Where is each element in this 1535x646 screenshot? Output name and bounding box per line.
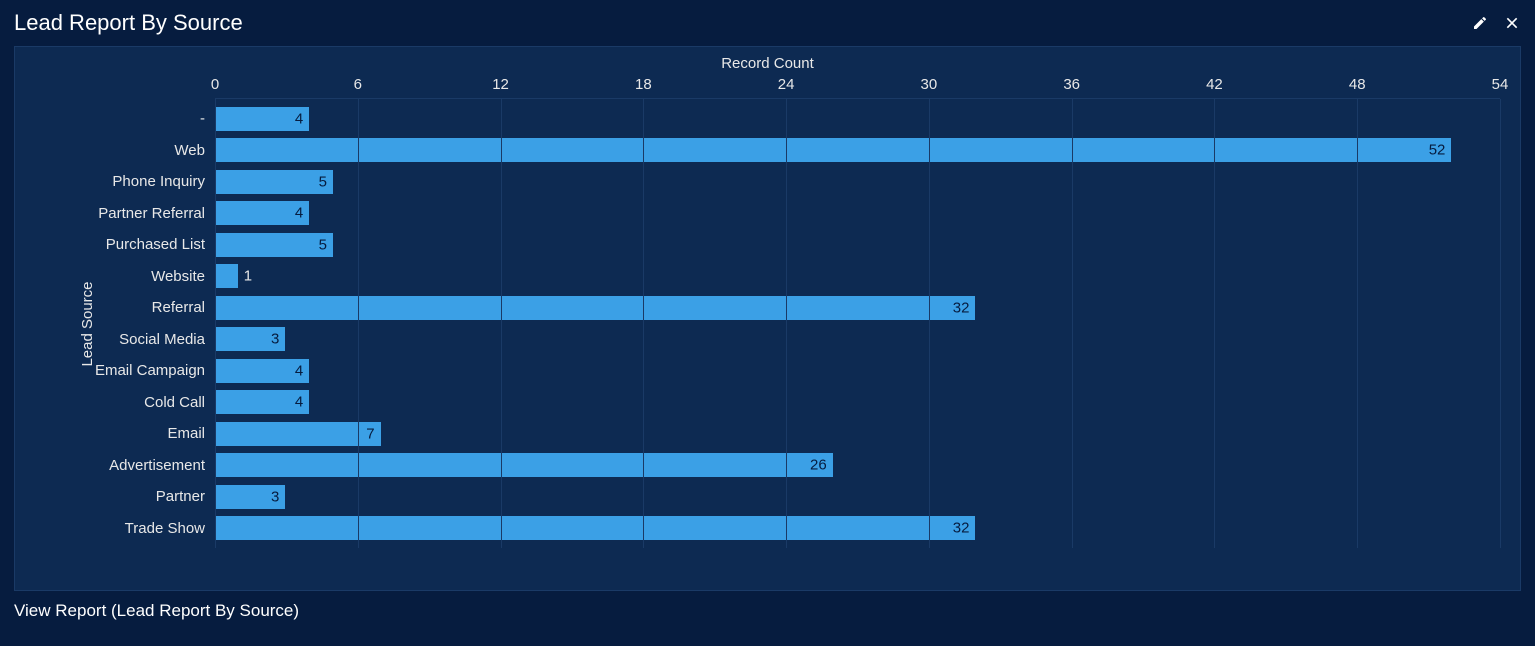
bar[interactable]: 32 <box>215 295 976 321</box>
y-tick-label: Referral <box>152 299 205 316</box>
y-tick-label: Email Campaign <box>95 362 205 379</box>
bar-row: Web52 <box>215 137 1500 163</box>
bar-value-label: 32 <box>953 520 970 537</box>
bar-row: Partner3 <box>215 484 1500 510</box>
bar-value-label: 4 <box>295 110 303 127</box>
bar-row: -4 <box>215 106 1500 132</box>
bar[interactable]: 4 <box>215 106 310 132</box>
bar[interactable]: 3 <box>215 484 286 510</box>
bar-row: Social Media3 <box>215 326 1500 352</box>
edit-icon[interactable] <box>1471 14 1489 32</box>
gridline <box>1500 99 1501 548</box>
bar-value-label: 32 <box>953 299 970 316</box>
x-tick-label: 54 <box>1492 76 1509 93</box>
bar-row: Website1 <box>215 263 1500 289</box>
bar[interactable]: 4 <box>215 389 310 415</box>
y-tick-label: Web <box>174 142 205 159</box>
widget-title: Lead Report By Source <box>14 10 243 36</box>
y-axis-title: Lead Source <box>79 281 96 366</box>
bar-value-label: 3 <box>271 331 279 348</box>
bar-value-label: 52 <box>1429 142 1446 159</box>
bar[interactable]: 3 <box>215 326 286 352</box>
bar-row: Referral32 <box>215 295 1500 321</box>
bar-value-label: 4 <box>295 362 303 379</box>
y-tick-label: Partner <box>156 488 205 505</box>
bar[interactable]: 52 <box>215 137 1452 163</box>
bar-value-label: 26 <box>810 457 827 474</box>
bar-row: Trade Show32 <box>215 515 1500 541</box>
gridline <box>1214 99 1215 548</box>
y-tick-label: Phone Inquiry <box>112 173 205 190</box>
bar[interactable]: 5 <box>215 232 334 258</box>
y-tick-label: Email <box>167 425 205 442</box>
y-tick-label: - <box>200 110 205 127</box>
close-icon[interactable] <box>1503 14 1521 32</box>
bar[interactable]: 4 <box>215 358 310 384</box>
x-axis-title: Record Count <box>35 55 1500 72</box>
y-tick-label: Advertisement <box>109 457 205 474</box>
bar-row: Phone Inquiry5 <box>215 169 1500 195</box>
bar-value-label: 5 <box>319 173 327 190</box>
bar-value-label: 3 <box>271 488 279 505</box>
bars-group: -4 Web52 Phone Inquiry5 Partner Referral4 Pu… <box>215 99 1500 548</box>
widget-header: Lead Report By Source <box>14 10 1521 36</box>
gridline <box>215 99 216 548</box>
y-tick-label: Partner Referral <box>98 205 205 222</box>
gridline <box>1357 99 1358 548</box>
gridline <box>1072 99 1073 548</box>
bar-row: Partner Referral4 <box>215 200 1500 226</box>
bar-value-label: 1 <box>244 268 252 285</box>
bar-row: Advertisement26 <box>215 452 1500 478</box>
y-tick-label: Website <box>151 268 205 285</box>
x-tick-label: 48 <box>1349 76 1366 93</box>
bar-value-label: 7 <box>366 425 374 442</box>
y-tick-label: Social Media <box>119 331 205 348</box>
x-tick-label: 18 <box>635 76 652 93</box>
view-report-link[interactable]: View Report (Lead Report By Source) <box>14 601 1521 621</box>
bar[interactable]: 5 <box>215 169 334 195</box>
bar-value-label: 4 <box>295 205 303 222</box>
gridline <box>929 99 930 548</box>
x-tick-label: 0 <box>211 76 219 93</box>
y-tick-label: Purchased List <box>106 236 205 253</box>
x-tick-label: 42 <box>1206 76 1223 93</box>
bar-row: Email7 <box>215 421 1500 447</box>
gridline <box>786 99 787 548</box>
chart-container: Record Count 061218243036424854 Lead Sou… <box>14 46 1521 591</box>
bar[interactable]: 7 <box>215 421 382 447</box>
x-tick-label: 6 <box>354 76 362 93</box>
y-tick-label: Trade Show <box>125 520 205 537</box>
x-tick-label: 24 <box>778 76 795 93</box>
gridline <box>643 99 644 548</box>
bar-row: Email Campaign4 <box>215 358 1500 384</box>
y-tick-label: Cold Call <box>144 394 205 411</box>
plot-area: Lead Source -4Web52Phone Inquiry5Partner… <box>215 98 1500 548</box>
bar[interactable]: 1 <box>215 263 239 289</box>
x-tick-label: 36 <box>1063 76 1080 93</box>
x-tick-label: 30 <box>921 76 938 93</box>
header-actions <box>1471 14 1521 32</box>
x-axis-ticks: 061218243036424854 <box>215 76 1500 98</box>
bar-value-label: 5 <box>319 236 327 253</box>
gridline <box>358 99 359 548</box>
gridline <box>501 99 502 548</box>
bar-row: Purchased List5 <box>215 232 1500 258</box>
bar-value-label: 4 <box>295 394 303 411</box>
bar[interactable]: 4 <box>215 200 310 226</box>
x-tick-label: 12 <box>492 76 509 93</box>
bar-row: Cold Call4 <box>215 389 1500 415</box>
bar[interactable]: 32 <box>215 515 976 541</box>
bar[interactable]: 26 <box>215 452 834 478</box>
